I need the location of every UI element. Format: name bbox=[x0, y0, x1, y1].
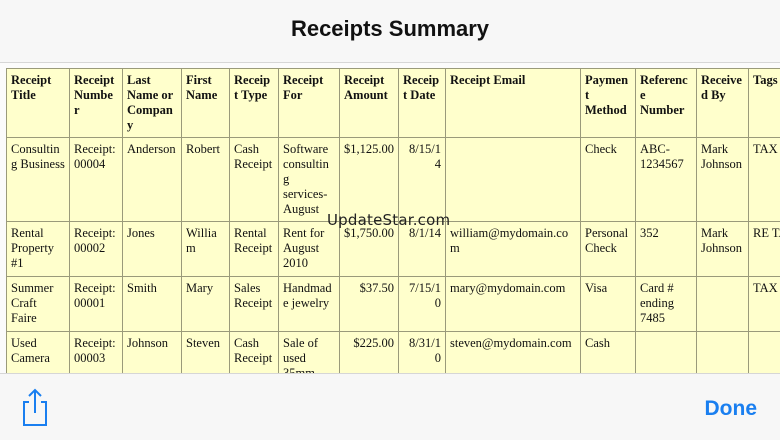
table-cell: Cash Receipt bbox=[230, 332, 279, 374]
table-cell: 7/15/10 bbox=[399, 277, 446, 332]
table-cell bbox=[697, 332, 749, 374]
table-cell: Robert bbox=[182, 138, 230, 222]
table-cell: Anderson bbox=[123, 138, 182, 222]
table-cell: Rental Property #1 bbox=[7, 222, 70, 277]
table-row: Consulting Business Receipt: 00004 Ander… bbox=[7, 138, 780, 222]
table-cell: ABC-1234567 bbox=[636, 138, 697, 222]
table-cell: mary@mydomain.com bbox=[446, 277, 581, 332]
table-cell: Johnson bbox=[123, 332, 182, 374]
table-cell: William bbox=[182, 222, 230, 277]
table-cell: Receipt: 00003 bbox=[70, 332, 123, 374]
table-cell: $1,125.00 bbox=[340, 138, 399, 222]
table-cell: Steven bbox=[182, 332, 230, 374]
document-preview[interactable]: Receipt Title Receipt Number Last Name o… bbox=[0, 63, 780, 373]
table-header-row: Receipt Title Receipt Number Last Name o… bbox=[7, 69, 780, 138]
table-cell: 8/15/14 bbox=[399, 138, 446, 222]
table-cell: Personal Check bbox=[581, 222, 636, 277]
column-header: Receipt Date bbox=[399, 69, 446, 138]
table-cell: 8/31/10 bbox=[399, 332, 446, 374]
column-header: Receipt For bbox=[279, 69, 340, 138]
table-cell: TAX CRA bbox=[749, 277, 780, 332]
table-cell: Rental Receipt bbox=[230, 222, 279, 277]
table-cell: 8/1/14 bbox=[399, 222, 446, 277]
table-cell: steven@mydomain.com bbox=[446, 332, 581, 374]
table-cell: william@mydomain.com bbox=[446, 222, 581, 277]
table-cell: Handmade jewelry bbox=[279, 277, 340, 332]
column-header: Receipt Title bbox=[7, 69, 70, 138]
table-cell: $225.00 bbox=[340, 332, 399, 374]
column-header: Receipt Amount bbox=[340, 69, 399, 138]
table-cell: Cash bbox=[581, 332, 636, 374]
table-cell: $1,750.00 bbox=[340, 222, 399, 277]
column-header: Received By bbox=[697, 69, 749, 138]
column-header: Receipt Type bbox=[230, 69, 279, 138]
table-cell: TAX bbox=[749, 138, 780, 222]
column-header: Last Name or Company bbox=[123, 69, 182, 138]
watermark-text: UpdateStar.com bbox=[327, 211, 450, 229]
column-header: Receipt Email bbox=[446, 69, 581, 138]
column-header: Tags bbox=[749, 69, 780, 138]
table-row: Rental Property #1 Receipt: 00002 Jones … bbox=[7, 222, 780, 277]
table-cell bbox=[446, 138, 581, 222]
toolbar: Done bbox=[0, 373, 780, 440]
table-cell: Receipt: 00002 bbox=[70, 222, 123, 277]
column-header: Payment Method bbox=[581, 69, 636, 138]
table-cell: Card # ending 7485 bbox=[636, 277, 697, 332]
table-cell: Consulting Business bbox=[7, 138, 70, 222]
table-cell: RE TAX bbox=[749, 222, 780, 277]
table-cell: Visa bbox=[581, 277, 636, 332]
share-icon bbox=[20, 388, 50, 428]
table-cell: Rent for August 2010 bbox=[279, 222, 340, 277]
nav-bar: Receipts Summary bbox=[0, 0, 780, 63]
table-cell: Mark Johnson bbox=[697, 222, 749, 277]
table-cell: Sale of used 35mm camera bbox=[279, 332, 340, 374]
table-cell bbox=[749, 332, 780, 374]
table-cell: Mark Johnson bbox=[697, 138, 749, 222]
table-cell: Cash Receipt bbox=[230, 138, 279, 222]
table-cell: Jones bbox=[123, 222, 182, 277]
column-header: First Name bbox=[182, 69, 230, 138]
column-header: Receipt Number bbox=[70, 69, 123, 138]
table-cell: Summer Craft Faire bbox=[7, 277, 70, 332]
table-cell: Receipt: 00001 bbox=[70, 277, 123, 332]
table-cell: Sales Receipt bbox=[230, 277, 279, 332]
table-row: Used Camera Receipt: 00003 Johnson Steve… bbox=[7, 332, 780, 374]
table-cell: 352 bbox=[636, 222, 697, 277]
table-cell: Receipt: 00004 bbox=[70, 138, 123, 222]
table-row: Summer Craft Faire Receipt: 00001 Smith … bbox=[7, 277, 780, 332]
table-cell: $37.50 bbox=[340, 277, 399, 332]
page-title: Receipts Summary bbox=[0, 16, 780, 42]
done-button[interactable]: Done bbox=[705, 397, 758, 421]
table-cell: Smith bbox=[123, 277, 182, 332]
table-cell: Mary bbox=[182, 277, 230, 332]
table-cell bbox=[697, 277, 749, 332]
column-header: Reference Number bbox=[636, 69, 697, 138]
share-button[interactable] bbox=[20, 388, 50, 428]
table-cell: Used Camera bbox=[7, 332, 70, 374]
table-cell bbox=[636, 332, 697, 374]
table-cell: Check bbox=[581, 138, 636, 222]
table-cell: Software consulting services-August bbox=[279, 138, 340, 222]
